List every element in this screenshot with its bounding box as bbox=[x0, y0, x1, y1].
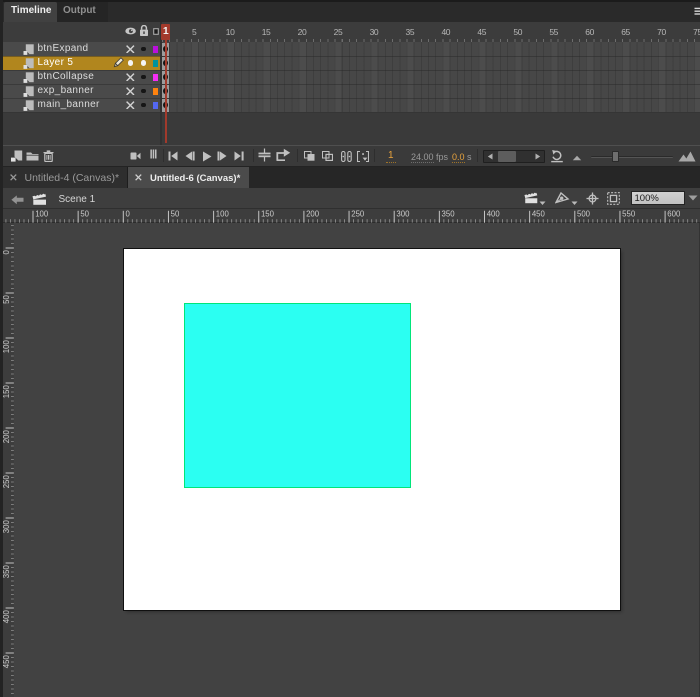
svg-text:300: 300 bbox=[396, 210, 410, 219]
svg-text:150: 150 bbox=[2, 385, 11, 399]
svg-text:350: 350 bbox=[2, 565, 11, 579]
svg-text:150: 150 bbox=[261, 210, 275, 219]
svg-text:250: 250 bbox=[351, 210, 365, 219]
svg-text:550: 550 bbox=[622, 210, 636, 219]
svg-text:300: 300 bbox=[2, 520, 11, 534]
svg-text:450: 450 bbox=[532, 210, 546, 219]
svg-text:100: 100 bbox=[216, 210, 230, 219]
svg-text:350: 350 bbox=[442, 210, 456, 219]
svg-text:400: 400 bbox=[487, 210, 501, 219]
svg-text:200: 200 bbox=[306, 210, 320, 219]
svg-text:100: 100 bbox=[2, 340, 11, 354]
svg-text:50: 50 bbox=[2, 295, 11, 304]
svg-text:450: 450 bbox=[2, 655, 11, 669]
svg-text:0: 0 bbox=[126, 210, 131, 219]
svg-text:50: 50 bbox=[171, 210, 180, 219]
svg-text:100: 100 bbox=[35, 210, 49, 219]
svg-text:600: 600 bbox=[667, 210, 681, 219]
svg-text:500: 500 bbox=[577, 210, 591, 219]
svg-text:400: 400 bbox=[2, 610, 11, 624]
svg-text:250: 250 bbox=[2, 475, 11, 489]
svg-text:200: 200 bbox=[2, 430, 11, 444]
svg-text:0: 0 bbox=[2, 250, 11, 255]
svg-text:50: 50 bbox=[80, 210, 89, 219]
